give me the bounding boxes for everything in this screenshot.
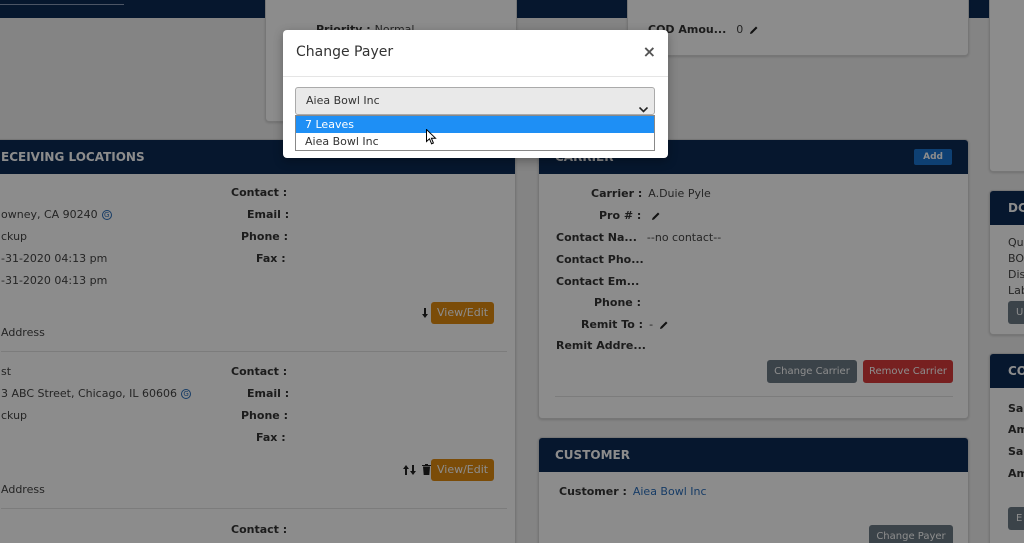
modal-separator [283, 76, 668, 77]
modal-title: Change Payer [296, 44, 394, 60]
mouse-cursor-icon [426, 128, 437, 148]
payer-option-7-leaves[interactable]: 7 Leaves [296, 116, 654, 133]
change-payer-modal: Change Payer × Aiea Bowl Inc 7 Leaves Ai… [283, 30, 668, 158]
payer-dropdown-list: 7 Leaves Aiea Bowl Inc [295, 115, 655, 151]
payer-select[interactable]: Aiea Bowl Inc [295, 87, 655, 115]
payer-select-value: Aiea Bowl Inc [306, 94, 380, 107]
close-icon[interactable]: × [643, 42, 656, 61]
payer-option-aiea-bowl[interactable]: Aiea Bowl Inc [296, 133, 654, 150]
